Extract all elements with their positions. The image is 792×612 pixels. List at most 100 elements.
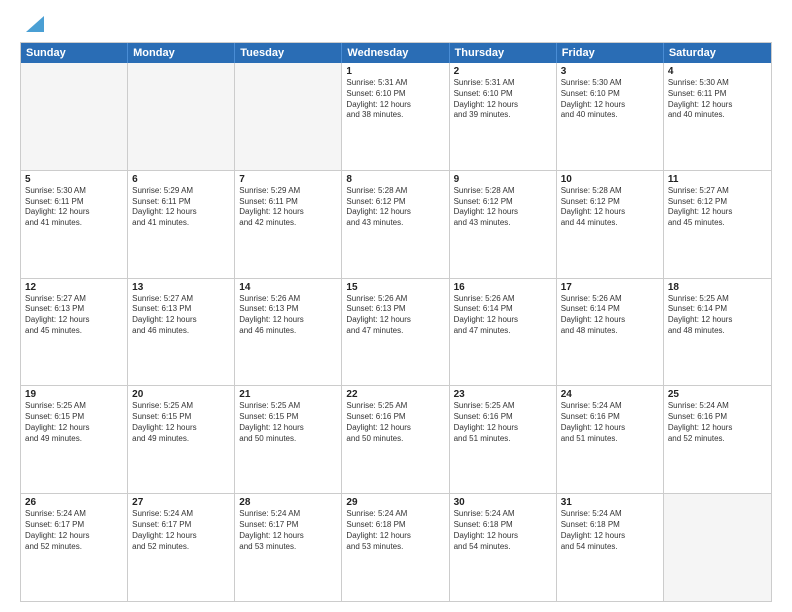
day-number: 23 — [454, 389, 552, 400]
calendar-cell: 5Sunrise: 5:30 AMSunset: 6:11 PMDaylight… — [21, 171, 128, 278]
calendar-cell: 4Sunrise: 5:30 AMSunset: 6:11 PMDaylight… — [664, 63, 771, 170]
day-info: Sunrise: 5:25 AMSunset: 6:15 PMDaylight:… — [239, 401, 337, 444]
calendar-header-monday: Monday — [128, 43, 235, 63]
calendar-cell: 16Sunrise: 5:26 AMSunset: 6:14 PMDayligh… — [450, 279, 557, 386]
day-info: Sunrise: 5:28 AMSunset: 6:12 PMDaylight:… — [346, 186, 444, 229]
day-info: Sunrise: 5:26 AMSunset: 6:14 PMDaylight:… — [561, 294, 659, 337]
day-info: Sunrise: 5:24 AMSunset: 6:17 PMDaylight:… — [239, 509, 337, 552]
calendar-cell: 6Sunrise: 5:29 AMSunset: 6:11 PMDaylight… — [128, 171, 235, 278]
calendar-cell: 20Sunrise: 5:25 AMSunset: 6:15 PMDayligh… — [128, 386, 235, 493]
day-number: 24 — [561, 389, 659, 400]
day-number: 3 — [561, 66, 659, 77]
day-number: 1 — [346, 66, 444, 77]
calendar-cell: 10Sunrise: 5:28 AMSunset: 6:12 PMDayligh… — [557, 171, 664, 278]
day-info: Sunrise: 5:25 AMSunset: 6:15 PMDaylight:… — [25, 401, 123, 444]
day-info: Sunrise: 5:26 AMSunset: 6:14 PMDaylight:… — [454, 294, 552, 337]
day-number: 9 — [454, 174, 552, 185]
day-number: 27 — [132, 497, 230, 508]
day-number: 5 — [25, 174, 123, 185]
calendar-cell: 22Sunrise: 5:25 AMSunset: 6:16 PMDayligh… — [342, 386, 449, 493]
calendar-cell: 30Sunrise: 5:24 AMSunset: 6:18 PMDayligh… — [450, 494, 557, 601]
calendar-cell: 14Sunrise: 5:26 AMSunset: 6:13 PMDayligh… — [235, 279, 342, 386]
day-info: Sunrise: 5:25 AMSunset: 6:15 PMDaylight:… — [132, 401, 230, 444]
day-number: 29 — [346, 497, 444, 508]
calendar-week-4: 19Sunrise: 5:25 AMSunset: 6:15 PMDayligh… — [21, 386, 771, 494]
calendar-header-row: SundayMondayTuesdayWednesdayThursdayFrid… — [21, 43, 771, 63]
calendar-cell: 31Sunrise: 5:24 AMSunset: 6:18 PMDayligh… — [557, 494, 664, 601]
day-info: Sunrise: 5:30 AMSunset: 6:11 PMDaylight:… — [25, 186, 123, 229]
calendar-cell: 8Sunrise: 5:28 AMSunset: 6:12 PMDaylight… — [342, 171, 449, 278]
day-info: Sunrise: 5:24 AMSunset: 6:16 PMDaylight:… — [668, 401, 767, 444]
logo — [20, 18, 44, 34]
day-info: Sunrise: 5:24 AMSunset: 6:18 PMDaylight:… — [454, 509, 552, 552]
calendar: SundayMondayTuesdayWednesdayThursdayFrid… — [20, 42, 772, 602]
calendar-header-thursday: Thursday — [450, 43, 557, 63]
day-number: 21 — [239, 389, 337, 400]
day-number: 17 — [561, 282, 659, 293]
calendar-cell: 25Sunrise: 5:24 AMSunset: 6:16 PMDayligh… — [664, 386, 771, 493]
day-info: Sunrise: 5:26 AMSunset: 6:13 PMDaylight:… — [239, 294, 337, 337]
calendar-cell: 3Sunrise: 5:30 AMSunset: 6:10 PMDaylight… — [557, 63, 664, 170]
day-number: 13 — [132, 282, 230, 293]
day-info: Sunrise: 5:27 AMSunset: 6:12 PMDaylight:… — [668, 186, 767, 229]
calendar-header-sunday: Sunday — [21, 43, 128, 63]
calendar-cell — [21, 63, 128, 170]
day-info: Sunrise: 5:29 AMSunset: 6:11 PMDaylight:… — [239, 186, 337, 229]
day-info: Sunrise: 5:26 AMSunset: 6:13 PMDaylight:… — [346, 294, 444, 337]
calendar-week-1: 1 Sunrise: 5:31 AMSunset: 6:10 PMDaylight… — [21, 63, 771, 171]
calendar-header-saturday: Saturday — [664, 43, 771, 63]
day-number: 26 — [25, 497, 123, 508]
day-number: 8 — [346, 174, 444, 185]
logo-icon — [22, 16, 44, 34]
day-info: Sunrise: 5:31 AMSunset: 6:10 PMDaylight:… — [454, 78, 552, 121]
day-info: Sunrise: 5:24 AMSunset: 6:17 PMDaylight:… — [132, 509, 230, 552]
day-number: 25 — [668, 389, 767, 400]
day-number: 11 — [668, 174, 767, 185]
calendar-cell: 29Sunrise: 5:24 AMSunset: 6:18 PMDayligh… — [342, 494, 449, 601]
day-info: Sunrise: 5:24 AMSunset: 6:18 PMDaylight:… — [561, 509, 659, 552]
day-number: 22 — [346, 389, 444, 400]
calendar-cell: 17Sunrise: 5:26 AMSunset: 6:14 PMDayligh… — [557, 279, 664, 386]
day-number: 20 — [132, 389, 230, 400]
day-number: 19 — [25, 389, 123, 400]
day-info: Sunrise: 5:24 AMSunset: 6:16 PMDaylight:… — [561, 401, 659, 444]
calendar-cell: 26Sunrise: 5:24 AMSunset: 6:17 PMDayligh… — [21, 494, 128, 601]
day-info: Sunrise: 5:27 AMSunset: 6:13 PMDaylight:… — [25, 294, 123, 337]
day-info: Sunrise: 5:27 AMSunset: 6:13 PMDaylight:… — [132, 294, 230, 337]
day-number: 30 — [454, 497, 552, 508]
calendar-cell: 12Sunrise: 5:27 AMSunset: 6:13 PMDayligh… — [21, 279, 128, 386]
calendar-cell: 11Sunrise: 5:27 AMSunset: 6:12 PMDayligh… — [664, 171, 771, 278]
day-info: Sunrise: 5:25 AMSunset: 6:14 PMDaylight:… — [668, 294, 767, 337]
day-number: 7 — [239, 174, 337, 185]
calendar-cell — [235, 63, 342, 170]
calendar-cell — [664, 494, 771, 601]
day-number: 10 — [561, 174, 659, 185]
day-info: Sunrise: 5:30 AMSunset: 6:10 PMDaylight:… — [561, 78, 659, 121]
calendar-cell: 24Sunrise: 5:24 AMSunset: 6:16 PMDayligh… — [557, 386, 664, 493]
day-info: Sunrise: 5:28 AMSunset: 6:12 PMDaylight:… — [454, 186, 552, 229]
day-number: 12 — [25, 282, 123, 293]
calendar-week-2: 5Sunrise: 5:30 AMSunset: 6:11 PMDaylight… — [21, 171, 771, 279]
day-info: Sunrise: 5:24 AMSunset: 6:17 PMDaylight:… — [25, 509, 123, 552]
calendar-header-friday: Friday — [557, 43, 664, 63]
calendar-week-3: 12Sunrise: 5:27 AMSunset: 6:13 PMDayligh… — [21, 279, 771, 387]
page: SundayMondayTuesdayWednesdayThursdayFrid… — [0, 0, 792, 612]
calendar-cell: 23Sunrise: 5:25 AMSunset: 6:16 PMDayligh… — [450, 386, 557, 493]
day-number: 2 — [454, 66, 552, 77]
calendar-cell: 19Sunrise: 5:25 AMSunset: 6:15 PMDayligh… — [21, 386, 128, 493]
calendar-cell: 18Sunrise: 5:25 AMSunset: 6:14 PMDayligh… — [664, 279, 771, 386]
calendar-cell: 28Sunrise: 5:24 AMSunset: 6:17 PMDayligh… — [235, 494, 342, 601]
calendar-cell: 2Sunrise: 5:31 AMSunset: 6:10 PMDaylight… — [450, 63, 557, 170]
header — [20, 18, 772, 34]
day-info: Sunrise: 5:30 AMSunset: 6:11 PMDaylight:… — [668, 78, 767, 121]
day-info: Sunrise: 5:25 AMSunset: 6:16 PMDaylight:… — [454, 401, 552, 444]
calendar-cell: 21Sunrise: 5:25 AMSunset: 6:15 PMDayligh… — [235, 386, 342, 493]
day-info: Sunrise: 5:25 AMSunset: 6:16 PMDaylight:… — [346, 401, 444, 444]
day-info: Sunrise: 5:24 AMSunset: 6:18 PMDaylight:… — [346, 509, 444, 552]
day-number: 15 — [346, 282, 444, 293]
calendar-body: 1 Sunrise: 5:31 AMSunset: 6:10 PMDaylight… — [21, 63, 771, 601]
calendar-cell: 15Sunrise: 5:26 AMSunset: 6:13 PMDayligh… — [342, 279, 449, 386]
calendar-header-tuesday: Tuesday — [235, 43, 342, 63]
calendar-cell: 7Sunrise: 5:29 AMSunset: 6:11 PMDaylight… — [235, 171, 342, 278]
calendar-cell: 9Sunrise: 5:28 AMSunset: 6:12 PMDaylight… — [450, 171, 557, 278]
